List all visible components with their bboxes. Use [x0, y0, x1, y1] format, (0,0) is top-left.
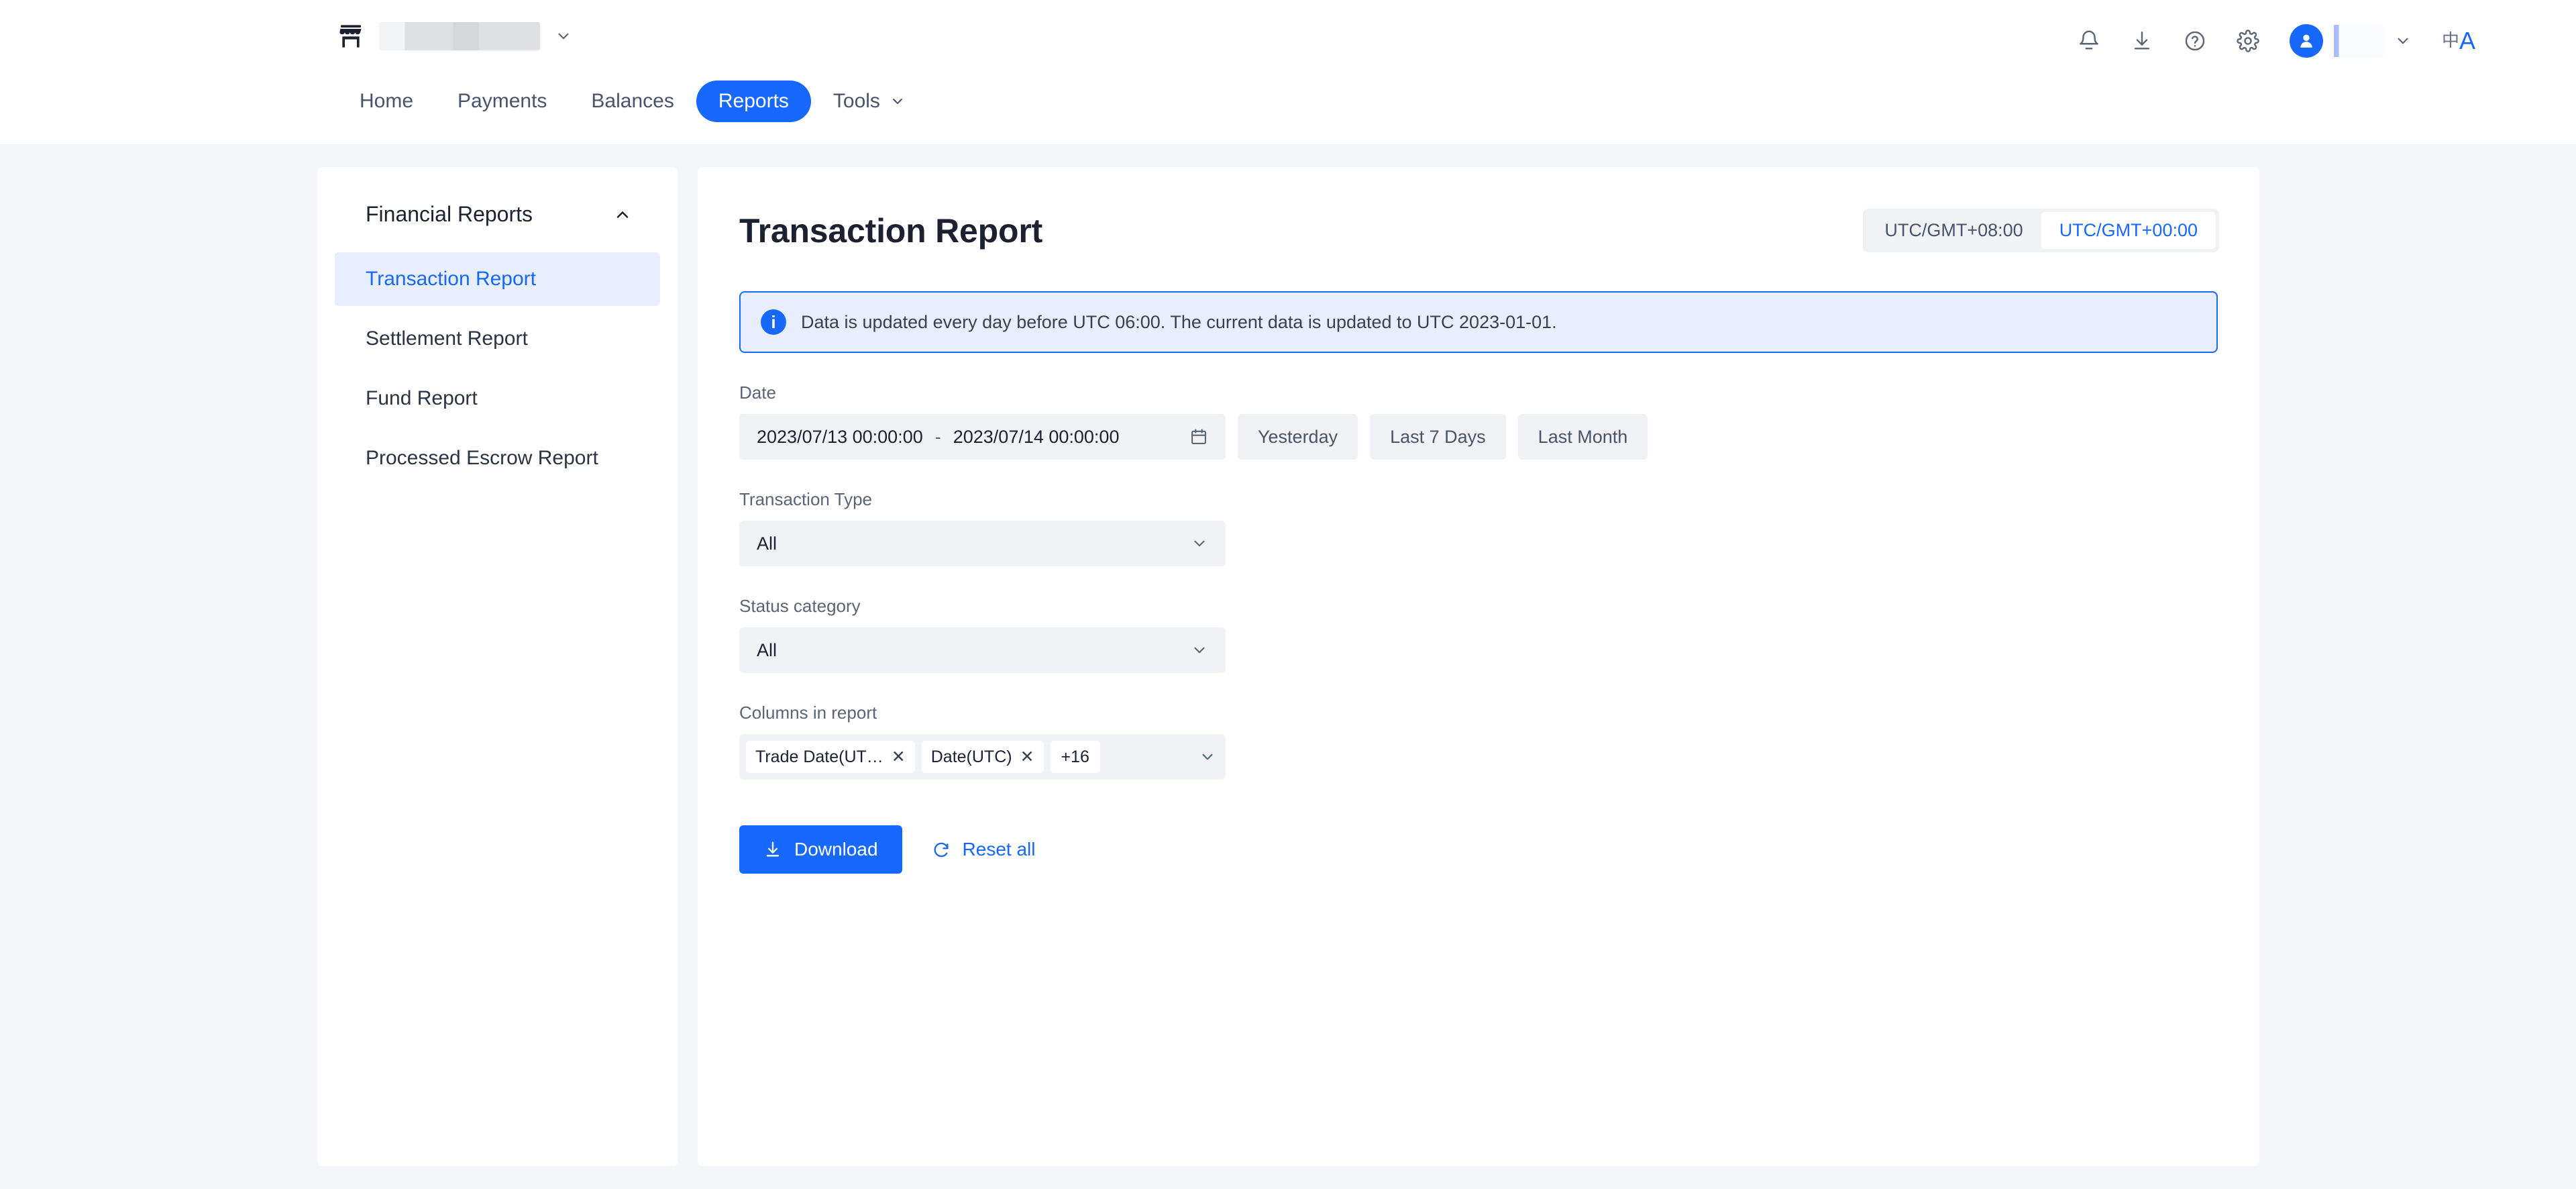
nav-item-home[interactable]: Home	[337, 81, 435, 122]
info-banner-text: Data is updated every day before UTC 06:…	[801, 311, 1557, 332]
transaction-type-select[interactable]: All	[739, 521, 1226, 566]
store-icon	[337, 23, 364, 50]
status-category-label: Status category	[739, 596, 861, 616]
nav-item-payments[interactable]: Payments	[435, 81, 569, 122]
quick-range-yesterday[interactable]: Yesterday	[1238, 414, 1358, 460]
column-tag: Date(UTC) ✕	[921, 741, 1044, 773]
date-range-input[interactable]: 2023/07/13 00:00:00 - 2023/07/14 00:00:0…	[739, 414, 1226, 460]
chevron-down-icon	[890, 93, 906, 109]
date-separator: -	[934, 426, 941, 447]
main-header: Transaction Report UTC/GMT+08:00 UTC/GMT…	[698, 167, 2259, 252]
date-field: Date 2023/07/13 00:00:00 - 2023/07/14 00…	[739, 382, 2218, 460]
date-field-label: Date	[739, 382, 776, 403]
page-title: Transaction Report	[739, 211, 1043, 250]
sidebar-item-label: Settlement Report	[366, 327, 528, 350]
remove-tag-icon[interactable]: ✕	[892, 748, 906, 766]
user-name-redacted	[2333, 25, 2383, 57]
info-banner: i Data is updated every day before UTC 0…	[739, 291, 2218, 353]
nav-item-label: Home	[360, 90, 414, 112]
nav-item-label: Tools	[833, 90, 880, 112]
chevron-down-icon	[555, 28, 572, 45]
nav-item-tools[interactable]: Tools	[811, 81, 928, 122]
chevron-down-icon	[1199, 748, 1216, 766]
nav-item-label: Reports	[718, 90, 789, 112]
sidebar-title: Financial Reports	[366, 202, 533, 226]
columns-multiselect[interactable]: Trade Date(UT… ✕ Date(UTC) ✕ +16	[739, 734, 1226, 780]
user-avatar-icon	[2289, 24, 2323, 58]
columns-field: Columns in report Trade Date(UT… ✕ Date(…	[739, 703, 2218, 780]
column-tag-label: Trade Date(UT…	[755, 747, 883, 766]
transaction-type-field: Transaction Type All	[739, 489, 2218, 566]
downloads-icon[interactable]	[2131, 30, 2153, 52]
column-tag: Trade Date(UT… ✕	[746, 741, 915, 773]
sidebar-item-fund-report[interactable]: Fund Report	[335, 372, 660, 425]
remove-tag-icon[interactable]: ✕	[1020, 748, 1034, 766]
header-actions: 中 A	[2078, 24, 2475, 58]
status-category-field: Status category All	[739, 596, 2218, 673]
app-root: 中 A Home Payments Balances Reports Tools	[0, 0, 2576, 1189]
nav-item-label: Balances	[591, 90, 674, 112]
timezone-option-gmt0[interactable]: UTC/GMT+00:00	[2041, 212, 2216, 249]
reset-all-button[interactable]: Reset all	[932, 839, 1036, 860]
nav-item-balances[interactable]: Balances	[569, 81, 696, 122]
filters-form: Date 2023/07/13 00:00:00 - 2023/07/14 00…	[698, 382, 2259, 874]
help-icon[interactable]	[2184, 30, 2206, 52]
sidebar-menu: Transaction Report Settlement Report Fun…	[317, 252, 678, 485]
main-panel: Transaction Report UTC/GMT+08:00 UTC/GMT…	[698, 167, 2259, 1166]
notifications-icon[interactable]	[2078, 30, 2100, 52]
column-overflow-count[interactable]: +16	[1050, 741, 1100, 773]
quick-range-label: Last 7 Days	[1390, 426, 1486, 447]
sidebar-item-label: Transaction Report	[366, 268, 537, 290]
sidebar-item-label: Processed Escrow Report	[366, 447, 598, 469]
info-icon: i	[761, 309, 786, 335]
store-selector[interactable]	[337, 22, 572, 50]
status-category-select[interactable]: All	[739, 627, 1226, 673]
quick-range-last-month[interactable]: Last Month	[1517, 414, 1648, 460]
transaction-type-value: All	[757, 533, 777, 554]
download-icon	[763, 840, 782, 859]
sidebar-item-settlement-report[interactable]: Settlement Report	[335, 312, 660, 366]
download-button[interactable]: Download	[739, 825, 902, 874]
status-category-value: All	[757, 639, 777, 660]
nav-item-label: Payments	[458, 90, 547, 112]
timezone-option-gmt8[interactable]: UTC/GMT+08:00	[1866, 212, 2041, 249]
language-en-label: A	[2459, 27, 2475, 54]
language-cn-label: 中	[2441, 30, 2459, 50]
columns-label: Columns in report	[739, 703, 877, 723]
language-switch-icon[interactable]: 中 A	[2442, 29, 2475, 53]
sidebar-item-label: Fund Report	[366, 387, 478, 409]
date-start-value[interactable]: 2023/07/13 00:00:00	[757, 427, 923, 448]
quick-range-label: Last Month	[1538, 426, 1628, 447]
date-row: 2023/07/13 00:00:00 - 2023/07/14 00:00:0…	[739, 414, 2218, 460]
settings-gear-icon[interactable]	[2237, 30, 2259, 52]
refresh-icon	[932, 840, 951, 859]
sidebar-item-processed-escrow-report[interactable]: Processed Escrow Report	[335, 431, 660, 485]
transaction-type-label: Transaction Type	[739, 489, 872, 509]
chevron-down-icon	[2394, 32, 2412, 50]
sidebar-panel: Financial Reports Transaction Report Set…	[317, 167, 678, 1166]
chevron-up-icon[interactable]	[613, 205, 632, 224]
account-menu[interactable]	[2289, 24, 2412, 58]
store-name-redacted	[379, 22, 540, 50]
timezone-toggle: UTC/GMT+08:00 UTC/GMT+00:00	[1863, 209, 2219, 252]
sidebar-item-transaction-report[interactable]: Transaction Report	[335, 252, 660, 306]
form-actions: Download Reset all	[739, 825, 2218, 874]
download-button-label: Download	[794, 839, 878, 860]
main-nav: Home Payments Balances Reports Tools	[337, 81, 928, 122]
top-header: 中 A Home Payments Balances Reports Tools	[0, 0, 2576, 144]
chevron-down-icon	[1191, 535, 1208, 552]
nav-item-reports[interactable]: Reports	[696, 81, 811, 122]
quick-range-label: Yesterday	[1258, 426, 1338, 447]
reset-all-label: Reset all	[962, 839, 1036, 860]
date-end-value[interactable]: 2023/07/14 00:00:00	[953, 427, 1120, 448]
chevron-down-icon	[1191, 641, 1208, 659]
column-tag-label: Date(UTC)	[930, 747, 1012, 766]
calendar-icon[interactable]	[1189, 427, 1208, 446]
sidebar-section-header[interactable]: Financial Reports	[317, 167, 678, 227]
quick-range-last-7-days[interactable]: Last 7 Days	[1370, 414, 1506, 460]
